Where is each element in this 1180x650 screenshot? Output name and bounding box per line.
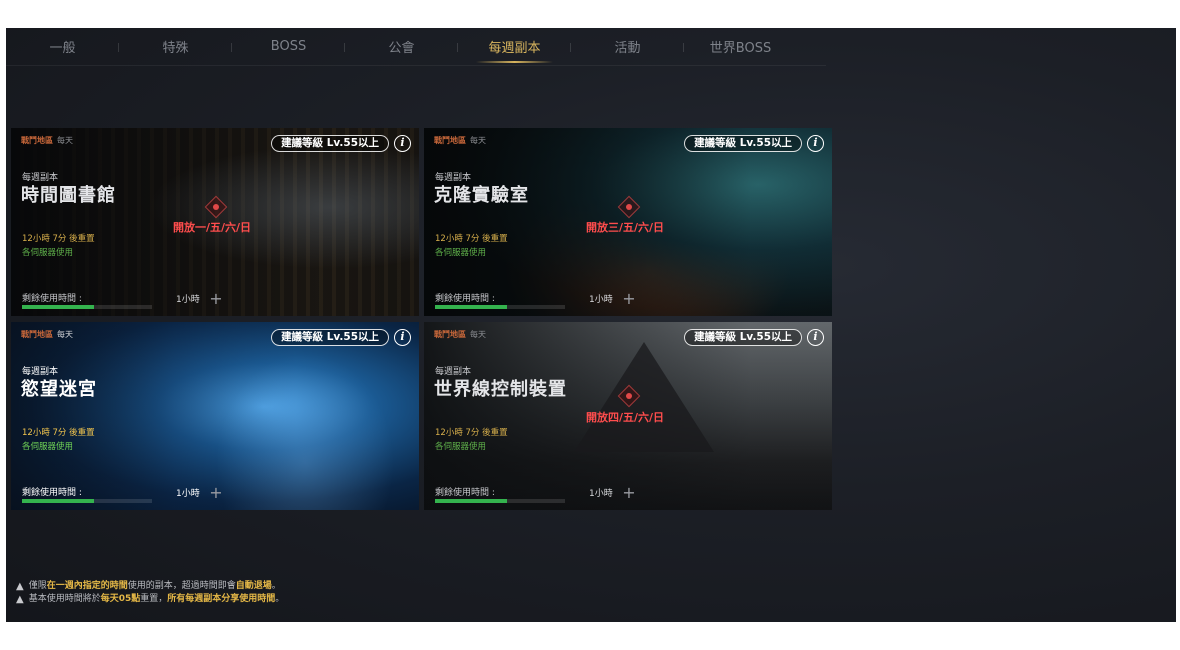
recommended-level-badge: 建議等級 Lv.55以上	[271, 329, 389, 346]
dungeon-title: 世界線控制裝置	[434, 379, 567, 400]
open-days-label: 開放三/五/六/日	[586, 221, 665, 234]
server-scope-label: 各伺服器使用	[435, 442, 487, 452]
reset-timer: 12小時 7分 後重置	[435, 428, 508, 438]
dungeon-card-desire-maze[interactable]: 戰鬥地區 每天 建議等級 Lv.55以上 i 每週副本 慾望迷宮 12小時 7分 …	[11, 322, 419, 510]
open-days-label: 開放一/五/六/日	[173, 221, 252, 234]
info-icon[interactable]: i	[394, 135, 411, 152]
tab-general[interactable]: 一般	[6, 28, 119, 66]
frequency-label: 每天	[57, 136, 73, 145]
warning-icon: ▲	[16, 594, 24, 605]
notice-highlight: 每天05點	[100, 594, 141, 604]
remaining-time-bar	[22, 305, 152, 309]
add-time-button[interactable]: +	[622, 291, 636, 307]
notice-line: ▲ 僅限 在一週內指定的時間 使用的副本，超過時間即會 自動退場。	[16, 580, 284, 593]
notice-line: ▲ 基本使用時間將於 每天05點 重置， 所有每週副本分享使用時間。	[16, 593, 284, 606]
recommended-level-badge: 建議等級 Lv.55以上	[684, 329, 802, 346]
remaining-time-bar	[435, 305, 565, 309]
frequency-label: 每天	[57, 330, 73, 339]
open-days-label: 開放四/五/六/日	[586, 411, 665, 424]
remaining-time-value: 1小時	[176, 489, 200, 499]
reset-timer: 12小時 7分 後重置	[22, 234, 95, 244]
notice-text: 重置，	[140, 594, 168, 604]
dungeon-title: 慾望迷宮	[21, 379, 97, 400]
tab-special[interactable]: 特殊	[119, 28, 232, 66]
remaining-time-label: 剩餘使用時間 :	[435, 294, 495, 304]
notice-text: 僅限	[28, 581, 47, 591]
remaining-time-bar	[22, 499, 152, 503]
tab-guild[interactable]: 公會	[345, 28, 458, 66]
server-scope-label: 各伺服器使用	[22, 248, 74, 258]
warning-icon: ▲	[16, 581, 24, 592]
zone-label: 戰鬥地區 每天	[434, 136, 486, 145]
info-icon[interactable]: i	[807, 329, 824, 346]
tab-weekly-dungeon[interactable]: 每週副本	[458, 28, 571, 66]
notice-text: 基本使用時間將於	[28, 594, 101, 604]
frequency-label: 每天	[470, 330, 486, 339]
notice-section: ▲ 僅限 在一週內指定的時間 使用的副本，超過時間即會 自動退場。 ▲ 基本使用時間將…	[16, 580, 284, 606]
recommended-level-badge: 建議等級 Lv.55以上	[271, 135, 389, 152]
notice-text: 。	[271, 581, 281, 591]
dungeon-card-world-line-device[interactable]: 戰鬥地區 每天 建議等級 Lv.55以上 i 每週副本 世界線控制裝置 開放四/五…	[424, 322, 832, 510]
tab-event[interactable]: 活動	[571, 28, 684, 66]
zone-label: 戰鬥地區 每天	[434, 330, 486, 339]
tab-boss[interactable]: BOSS	[232, 28, 345, 66]
info-icon[interactable]: i	[394, 329, 411, 346]
remaining-time-label: 剩餘使用時間 :	[22, 294, 82, 304]
notice-text: 。	[275, 594, 285, 604]
dungeon-card-clone-lab[interactable]: 戰鬥地區 每天 建議等級 Lv.55以上 i 每週副本 克隆實驗室 開放三/五/六…	[424, 128, 832, 316]
dungeon-title: 時間圖書館	[21, 185, 116, 206]
zone-label: 戰鬥地區 每天	[21, 136, 73, 145]
notice-highlight: 自動退場	[235, 581, 272, 591]
dungeon-title: 克隆實驗室	[434, 185, 529, 206]
notice-text: 使用的副本，超過時間即會	[127, 581, 236, 591]
info-icon[interactable]: i	[807, 135, 824, 152]
remaining-time-value: 1小時	[589, 295, 613, 305]
remaining-time-value: 1小時	[589, 489, 613, 499]
server-scope-label: 各伺服器使用	[435, 248, 487, 258]
server-scope-label: 各伺服器使用	[22, 442, 74, 452]
add-time-button[interactable]: +	[622, 485, 636, 501]
category-tabs: 一般 特殊 BOSS 公會 每週副本 活動 世界BOSS	[6, 28, 826, 66]
weekly-dungeon-screen: 一般 特殊 BOSS 公會 每週副本 活動 世界BOSS 戰鬥地區 每天 建議等級…	[6, 28, 1176, 622]
notice-highlight: 在一週內指定的時間	[46, 581, 128, 591]
remaining-time-fill	[435, 499, 507, 503]
zone-label: 戰鬥地區 每天	[21, 330, 73, 339]
remaining-time-label: 剩餘使用時間 :	[435, 488, 495, 498]
remaining-time-value: 1小時	[176, 295, 200, 305]
dungeon-card-time-library[interactable]: 戰鬥地區 每天 建議等級 Lv.55以上 i 每週副本 時間圖書館 開放一/五/六…	[11, 128, 419, 316]
remaining-time-fill	[22, 499, 94, 503]
frequency-label: 每天	[470, 136, 486, 145]
reset-timer: 12小時 7分 後重置	[435, 234, 508, 244]
reset-timer: 12小時 7分 後重置	[22, 428, 95, 438]
remaining-time-fill	[22, 305, 94, 309]
card-background-image	[11, 322, 419, 510]
remaining-time-fill	[435, 305, 507, 309]
tab-world-boss[interactable]: 世界BOSS	[684, 28, 797, 66]
add-time-button[interactable]: +	[209, 291, 223, 307]
notice-highlight: 所有每週副本分享使用時間	[167, 594, 276, 604]
add-time-button[interactable]: +	[209, 485, 223, 501]
remaining-time-label: 剩餘使用時間 :	[22, 488, 82, 498]
remaining-time-bar	[435, 499, 565, 503]
recommended-level-badge: 建議等級 Lv.55以上	[684, 135, 802, 152]
